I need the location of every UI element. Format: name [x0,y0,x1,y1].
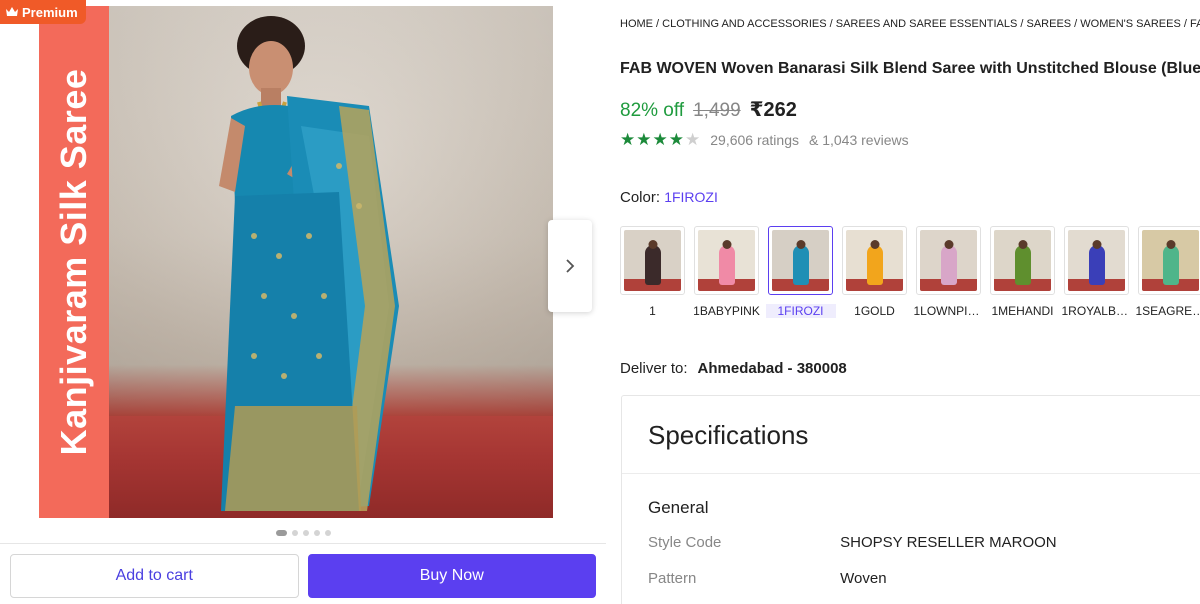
swatch-thumbnail[interactable] [1064,226,1129,295]
spec-key: Style Code [648,534,722,551]
image-pagination [0,530,606,536]
color-swatches: 1 1BABYPINK 1FIROZI 1GOLD 1LOWNPINK 1MEHANDI 1… [620,226,1200,318]
color-swatch[interactable]: 1ROYALBLUE [1061,226,1132,318]
spec-row: Style Code SHOPSY RESELLER MAROON [648,534,1057,551]
spec-value: Woven [840,570,887,587]
color-swatch[interactable]: 1BABYPINK [693,226,760,318]
star-icon: ★ [652,130,668,149]
add-to-cart-button[interactable]: Add to cart [10,554,299,598]
swatch-thumbnail[interactable] [694,226,759,295]
star-icon: ★ [636,130,652,149]
swatch-thumbnail[interactable] [768,226,833,295]
premium-badge: Premium [0,0,86,24]
swatch-label: 1ROYALBLUE [1061,304,1132,318]
color-swatch[interactable]: 1FIROZI [765,226,836,318]
color-selector-label: Color: 1FIROZI [620,189,718,206]
deliver-label: Deliver to: [620,360,688,377]
discount-percent: 82% off [620,100,685,121]
price-row: 82% off 1,499 ₹262 [620,97,797,122]
star-icon: ★ [668,130,684,149]
swatch-label: 1 [649,304,656,318]
color-swatch[interactable]: 1GOLD [842,226,907,318]
specifications-heading: Specifications [622,396,1200,474]
swatch-thumbnail[interactable] [1138,226,1200,295]
breadcrumb[interactable]: HOME / CLOTHING AND ACCESSORIES / SAREES… [620,18,1200,30]
saree-model-illustration [219,16,399,511]
color-swatch[interactable]: 1 [620,226,685,318]
selling-price: ₹262 [749,99,797,121]
original-price: 1,499 [693,100,741,121]
swatch-image [624,230,681,291]
chevron-right-icon [566,259,575,273]
star-icon: ★ [685,130,701,149]
product-title: FAB WOVEN Woven Banarasi Silk Blend Sare… [620,60,1200,77]
swatch-image [920,230,977,291]
spec-key: Pattern [648,570,697,587]
star-icon: ★ [620,130,636,149]
swatch-thumbnail[interactable] [842,226,907,295]
swatch-label: 1GOLD [854,304,895,318]
swatch-label: 1MEHANDI [991,304,1054,318]
swatch-image [1068,230,1125,291]
crown-icon [6,7,18,16]
specifications-card: Specifications General Style Code SHOPSY… [621,395,1200,604]
action-bar: Add to cart Buy Now [0,543,606,604]
spec-value: SHOPSY RESELLER MAROON [840,534,1057,551]
color-label: Color: [620,189,661,206]
swatch-thumbnail[interactable] [620,226,685,295]
next-image-button[interactable] [548,220,592,312]
swatch-label: 1LOWNPINK [913,304,984,318]
selected-color-value: 1FIROZI [664,189,718,205]
swatch-image [1142,230,1199,291]
rating-row: ★ ★ ★ ★ ★ 29,606 ratings & 1,043 reviews [620,131,909,148]
swatch-image [994,230,1051,291]
pagination-dot[interactable] [324,530,331,536]
product-gallery: Premium Kanjivaram Silk Saree Add to car… [0,0,606,604]
color-swatch[interactable]: 1MEHANDI [990,226,1055,318]
swatch-label: 1SEAGREEN [1135,304,1200,318]
pagination-dot[interactable] [291,530,298,536]
swatch-thumbnail[interactable] [916,226,981,295]
pagination-dot[interactable] [275,530,287,536]
color-swatch[interactable]: 1SEAGREEN [1135,226,1200,318]
reviews-count[interactable]: & 1,043 reviews [809,132,909,148]
swatch-image [846,230,903,291]
swatch-label: 1FIROZI [765,304,836,318]
delivery-row: Deliver to: Ahmedabad - 380008 [620,360,847,377]
spec-group-title: General [648,498,709,517]
product-details: HOME / CLOTHING AND ACCESSORIES / SAREES… [620,0,1200,604]
spec-row: Pattern Woven [648,570,887,587]
swatch-image [772,230,829,291]
premium-label: Premium [22,4,78,20]
product-image[interactable]: Kanjivaram Silk Saree [39,6,553,518]
image-banner: Kanjivaram Silk Saree [39,6,109,518]
banner-text: Kanjivaram Silk Saree [53,68,94,456]
star-rating: ★ ★ ★ ★ ★ [620,131,700,148]
swatch-thumbnail[interactable] [990,226,1055,295]
pagination-dot[interactable] [302,530,309,536]
swatch-image [698,230,755,291]
buy-now-button[interactable]: Buy Now [307,554,596,598]
delivery-location[interactable]: Ahmedabad - 380008 [698,360,847,377]
pagination-dot[interactable] [313,530,320,536]
ratings-count[interactable]: 29,606 ratings [710,132,799,148]
color-swatch[interactable]: 1LOWNPINK [913,226,984,318]
swatch-label: 1BABYPINK [693,304,760,318]
